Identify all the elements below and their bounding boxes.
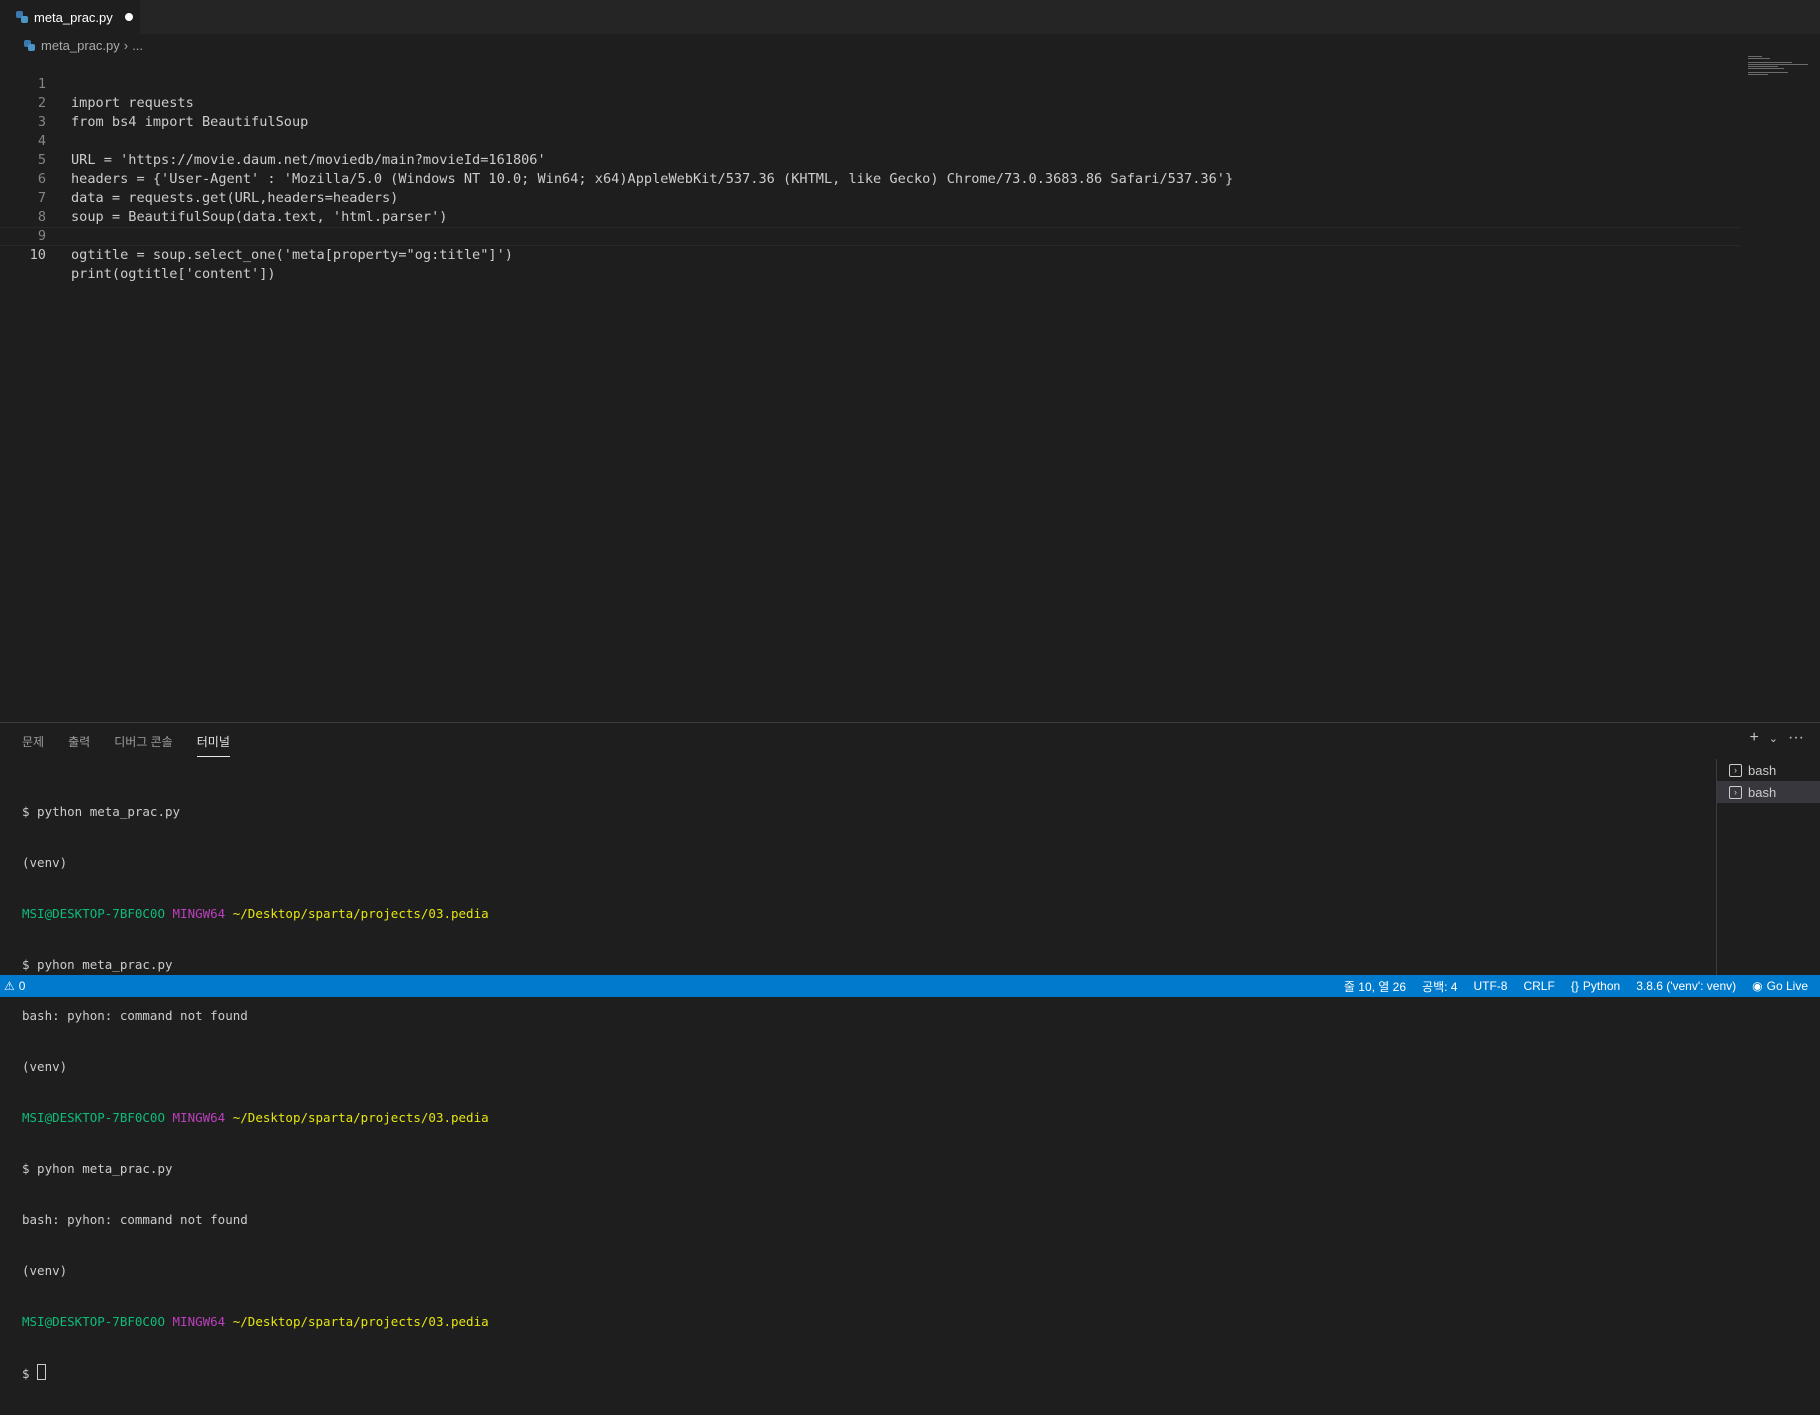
code-line[interactable]: 3 [0, 94, 1740, 130]
minimap[interactable] [1748, 56, 1808, 86]
code-line-current[interactable]: 10 print(ogtitle['content']) [0, 227, 1740, 282]
terminal-line: bash: pyhon: command not found [22, 1008, 248, 1023]
language-label: Python [1582, 979, 1621, 993]
python-interpreter[interactable]: 3.8.6 ('venv': venv) [1636, 979, 1736, 993]
terminal-output[interactable]: $ python meta_prac.py (venv) MSI@DESKTOP… [22, 769, 1712, 1415]
code-line[interactable]: 6 data = requests.get(URL,headers=header… [0, 151, 1740, 206]
code-line[interactable]: 8 [0, 189, 1740, 225]
code-line[interactable]: 5 headers = {'User-Agent' : 'Mozilla/5.0… [0, 132, 1740, 187]
terminal-cursor [37, 1364, 47, 1380]
python-file-icon [24, 39, 35, 51]
terminal-line: $ python meta_prac.py [22, 804, 181, 819]
terminal-list-item[interactable]: › bash [1717, 781, 1820, 803]
prompt-shell: MINGW64 [172, 1314, 226, 1329]
broadcast-icon: ◉ [1752, 979, 1763, 993]
terminal-line: bash: pyhon: command not found [22, 1212, 248, 1227]
go-live-button[interactable]: ◉ Go Live [1752, 979, 1808, 993]
code-text: print(ogtitle['content']) [71, 266, 276, 282]
tab-debug-console[interactable]: 디버그 콘솔 [114, 733, 173, 757]
code-line[interactable]: 9 ogtitle = soup.select_one('meta[proper… [0, 208, 1740, 263]
code-line[interactable]: 7 soup = BeautifulSoup(data.text, 'html.… [0, 170, 1740, 225]
warning-count: 0 [18, 979, 26, 993]
braces-icon: {} [1570, 979, 1579, 993]
panel-actions: + ⌄ ··· [1749, 729, 1804, 747]
cursor-position[interactable]: 줄 10, 열 26 [1344, 978, 1406, 995]
panel-tabs: 문제 출력 디버그 콘솔 터미널 [22, 733, 254, 757]
prompt-user: MSI@DESKTOP-7BF0C0O [22, 1110, 165, 1125]
new-terminal-icon[interactable]: + [1749, 729, 1758, 747]
terminal-line: (venv) [22, 855, 68, 870]
tab-label: meta_prac.py [34, 9, 113, 25]
breadcrumb-symbols[interactable]: ... [132, 38, 143, 53]
prompt-symbol: $ [22, 1366, 38, 1381]
more-actions-icon[interactable]: ··· [1788, 729, 1804, 747]
tab-terminal[interactable]: 터미널 [196, 733, 230, 757]
warning-icon: ⚠ [4, 979, 15, 993]
code-line[interactable]: 2 from bs4 import BeautifulSoup [0, 75, 1740, 130]
terminal-list: › bash › bash [1716, 759, 1820, 976]
prompt-shell: MINGW64 [172, 1110, 226, 1125]
line-ending[interactable]: CRLF [1523, 979, 1554, 993]
terminal-line: (venv) [22, 1059, 68, 1074]
chevron-right-icon: › [123, 37, 129, 53]
tab-output[interactable]: 출력 [68, 733, 90, 757]
terminal-icon: › [1729, 763, 1742, 777]
code-line[interactable]: 4 URL = 'https://movie.daum.net/moviedb/… [0, 113, 1740, 168]
language-mode[interactable]: {} Python [1571, 979, 1620, 993]
unsaved-dot-icon[interactable] [124, 13, 133, 21]
prompt-path: ~/Desktop/sparta/projects/03.pedia [232, 1314, 489, 1329]
terminal-name: bash [1748, 762, 1777, 778]
python-file-icon [16, 11, 28, 23]
terminal-prompt-line: MSI@DESKTOP-7BF0C0O MINGW64 ~/Desktop/sp… [22, 1313, 1712, 1330]
terminal-line: $ pyhon meta_prac.py [22, 1161, 173, 1176]
breadcrumb: meta_prac.py › ... [24, 36, 143, 54]
terminal-input-line[interactable]: $ [22, 1364, 1712, 1381]
go-live-label: Go Live [1766, 979, 1808, 993]
line-number: 10 [29, 247, 46, 263]
editor-tab-bar: meta_prac.py [0, 0, 1820, 34]
status-bar: ⚠ 0 줄 10, 열 26 공백: 4 UTF-8 CRLF {} Pytho… [0, 975, 1820, 997]
prompt-user: MSI@DESKTOP-7BF0C0O [22, 1314, 165, 1329]
problems-indicator[interactable]: ⚠ 0 [4, 979, 25, 993]
bottom-panel: 문제 출력 디버그 콘솔 터미널 + ⌄ ··· $ python meta_p… [0, 722, 1820, 1381]
code-editor[interactable]: 1 import requests 2 from bs4 import Beau… [0, 56, 1740, 716]
terminal-icon: › [1729, 785, 1742, 799]
terminal-line: (venv) [22, 1263, 68, 1278]
chevron-down-icon[interactable]: ⌄ [1769, 732, 1778, 745]
terminal-line: $ pyhon meta_prac.py [22, 957, 173, 972]
prompt-path: ~/Desktop/sparta/projects/03.pedia [232, 1110, 489, 1125]
breadcrumb-file[interactable]: meta_prac.py [41, 38, 120, 53]
code-line[interactable]: 1 import requests [0, 56, 1740, 111]
prompt-user: MSI@DESKTOP-7BF0C0O [22, 906, 165, 921]
tab-problems[interactable]: 문제 [22, 733, 44, 757]
terminal-name: bash [1748, 784, 1777, 800]
tab-meta-prac[interactable]: meta_prac.py [0, 0, 140, 34]
indentation[interactable]: 공백: 4 [1422, 978, 1457, 995]
encoding[interactable]: UTF-8 [1473, 979, 1507, 993]
code-text: ogtitle = soup.select_one('meta[property… [71, 247, 513, 263]
terminal-prompt-line: MSI@DESKTOP-7BF0C0O MINGW64 ~/Desktop/sp… [22, 1109, 1712, 1126]
terminal-prompt-line: MSI@DESKTOP-7BF0C0O MINGW64 ~/Desktop/sp… [22, 905, 1712, 922]
prompt-path: ~/Desktop/sparta/projects/03.pedia [232, 906, 489, 921]
terminal-list-item[interactable]: › bash [1717, 759, 1820, 781]
prompt-shell: MINGW64 [172, 906, 226, 921]
